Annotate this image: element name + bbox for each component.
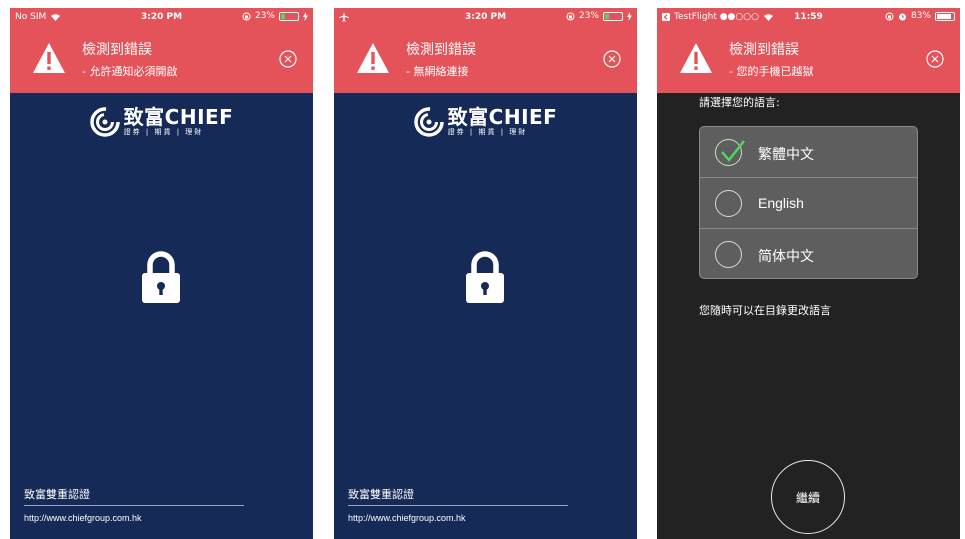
language-option-simplified-chinese[interactable]: 简体中文 <box>700 229 917 278</box>
alert-message: - 無網絡連接 <box>406 65 469 78</box>
language-label: English <box>758 195 804 211</box>
language-option-traditional-chinese[interactable]: 繁體中文 <box>700 127 917 178</box>
phone-screen-language-select: TestFlight ●●○○○ 11:59 83% 檢測到錯誤 - 您的手機已… <box>657 8 960 539</box>
charging-icon <box>303 11 308 21</box>
footer-title: 致富雙重認證 <box>24 488 90 501</box>
chief-logo: 致富CHIEF 證券 | 期貨 | 理財 <box>10 106 313 137</box>
alarm-icon <box>898 13 906 20</box>
phone-screen-notification-error: No SIM 3:20 PM 23% 檢測到錯誤 - 允許通知必須開啟 致富CH… <box>10 8 313 539</box>
rotation-lock-icon <box>242 12 251 20</box>
battery-percent: 23% <box>578 11 599 21</box>
chief-logo: 致富CHIEF 證券 | 期貨 | 理財 <box>334 106 637 137</box>
alert-title: 檢測到錯誤 <box>729 42 799 58</box>
charging-icon <box>627 11 632 21</box>
padlock-icon <box>142 251 180 303</box>
footer-title: 致富雙重認證 <box>348 488 414 501</box>
alert-message: - 您的手機已越獄 <box>729 65 814 78</box>
battery-icon <box>603 11 623 21</box>
warning-icon <box>357 43 389 73</box>
rotation-lock-icon <box>566 12 575 20</box>
warning-icon <box>33 43 65 73</box>
website-link[interactable]: http://www.chiefgroup.com.hk <box>24 513 142 523</box>
warning-icon <box>680 43 712 73</box>
battery-percent: 83% <box>910 11 931 21</box>
language-prompt: 請選擇您的語言: <box>699 96 780 109</box>
alert-message: - 允許通知必須開啟 <box>82 65 178 78</box>
close-circle-icon[interactable] <box>279 50 297 68</box>
website-link[interactable]: http://www.chiefgroup.com.hk <box>348 513 466 523</box>
phone-screen-network-error: 3:20 PM 23% 檢測到錯誤 - 無網絡連接 致富CHIEF 證券 | 期… <box>334 8 637 539</box>
continue-button[interactable]: 繼續 <box>771 460 845 534</box>
radio-button[interactable] <box>715 190 742 217</box>
chief-logo-icon <box>89 106 120 137</box>
logo-subtitle: 證券 | 期貨 | 理財 <box>123 128 204 136</box>
rotation-lock-icon <box>885 12 894 20</box>
language-label: 简体中文 <box>758 249 814 265</box>
battery-percent: 23% <box>254 11 275 21</box>
battery-icon <box>279 11 299 21</box>
status-bar: 3:20 PM 23% <box>334 8 637 26</box>
divider <box>348 505 568 506</box>
language-option-english[interactable]: English <box>700 178 917 229</box>
chief-logo-icon <box>413 106 444 137</box>
error-alert-banner: 檢測到錯誤 - 您的手機已越獄 <box>657 26 960 93</box>
divider <box>24 505 244 506</box>
alert-title: 檢測到錯誤 <box>82 42 152 58</box>
error-alert-banner: 檢測到錯誤 - 無網絡連接 <box>334 26 637 93</box>
logo-name: 致富CHIEF <box>447 105 558 129</box>
error-alert-banner: 檢測到錯誤 - 允許通知必須開啟 <box>10 26 313 93</box>
language-options-list: 繁體中文 English 简体中文 <box>699 126 918 279</box>
status-bar: No SIM 3:20 PM 23% <box>10 8 313 26</box>
battery-icon <box>935 11 955 21</box>
close-circle-icon[interactable] <box>926 50 944 68</box>
alert-title: 檢測到錯誤 <box>406 42 476 58</box>
language-note: 您隨時可以在目錄更改語言 <box>699 304 831 317</box>
language-label: 繁體中文 <box>758 147 814 163</box>
status-bar: TestFlight ●●○○○ 11:59 83% <box>657 8 960 26</box>
radio-button[interactable] <box>715 241 742 268</box>
logo-subtitle: 證券 | 期貨 | 理財 <box>447 128 528 136</box>
padlock-icon <box>466 251 504 303</box>
checkmark-icon <box>721 140 745 162</box>
close-circle-icon[interactable] <box>603 50 621 68</box>
logo-name: 致富CHIEF <box>123 105 234 129</box>
